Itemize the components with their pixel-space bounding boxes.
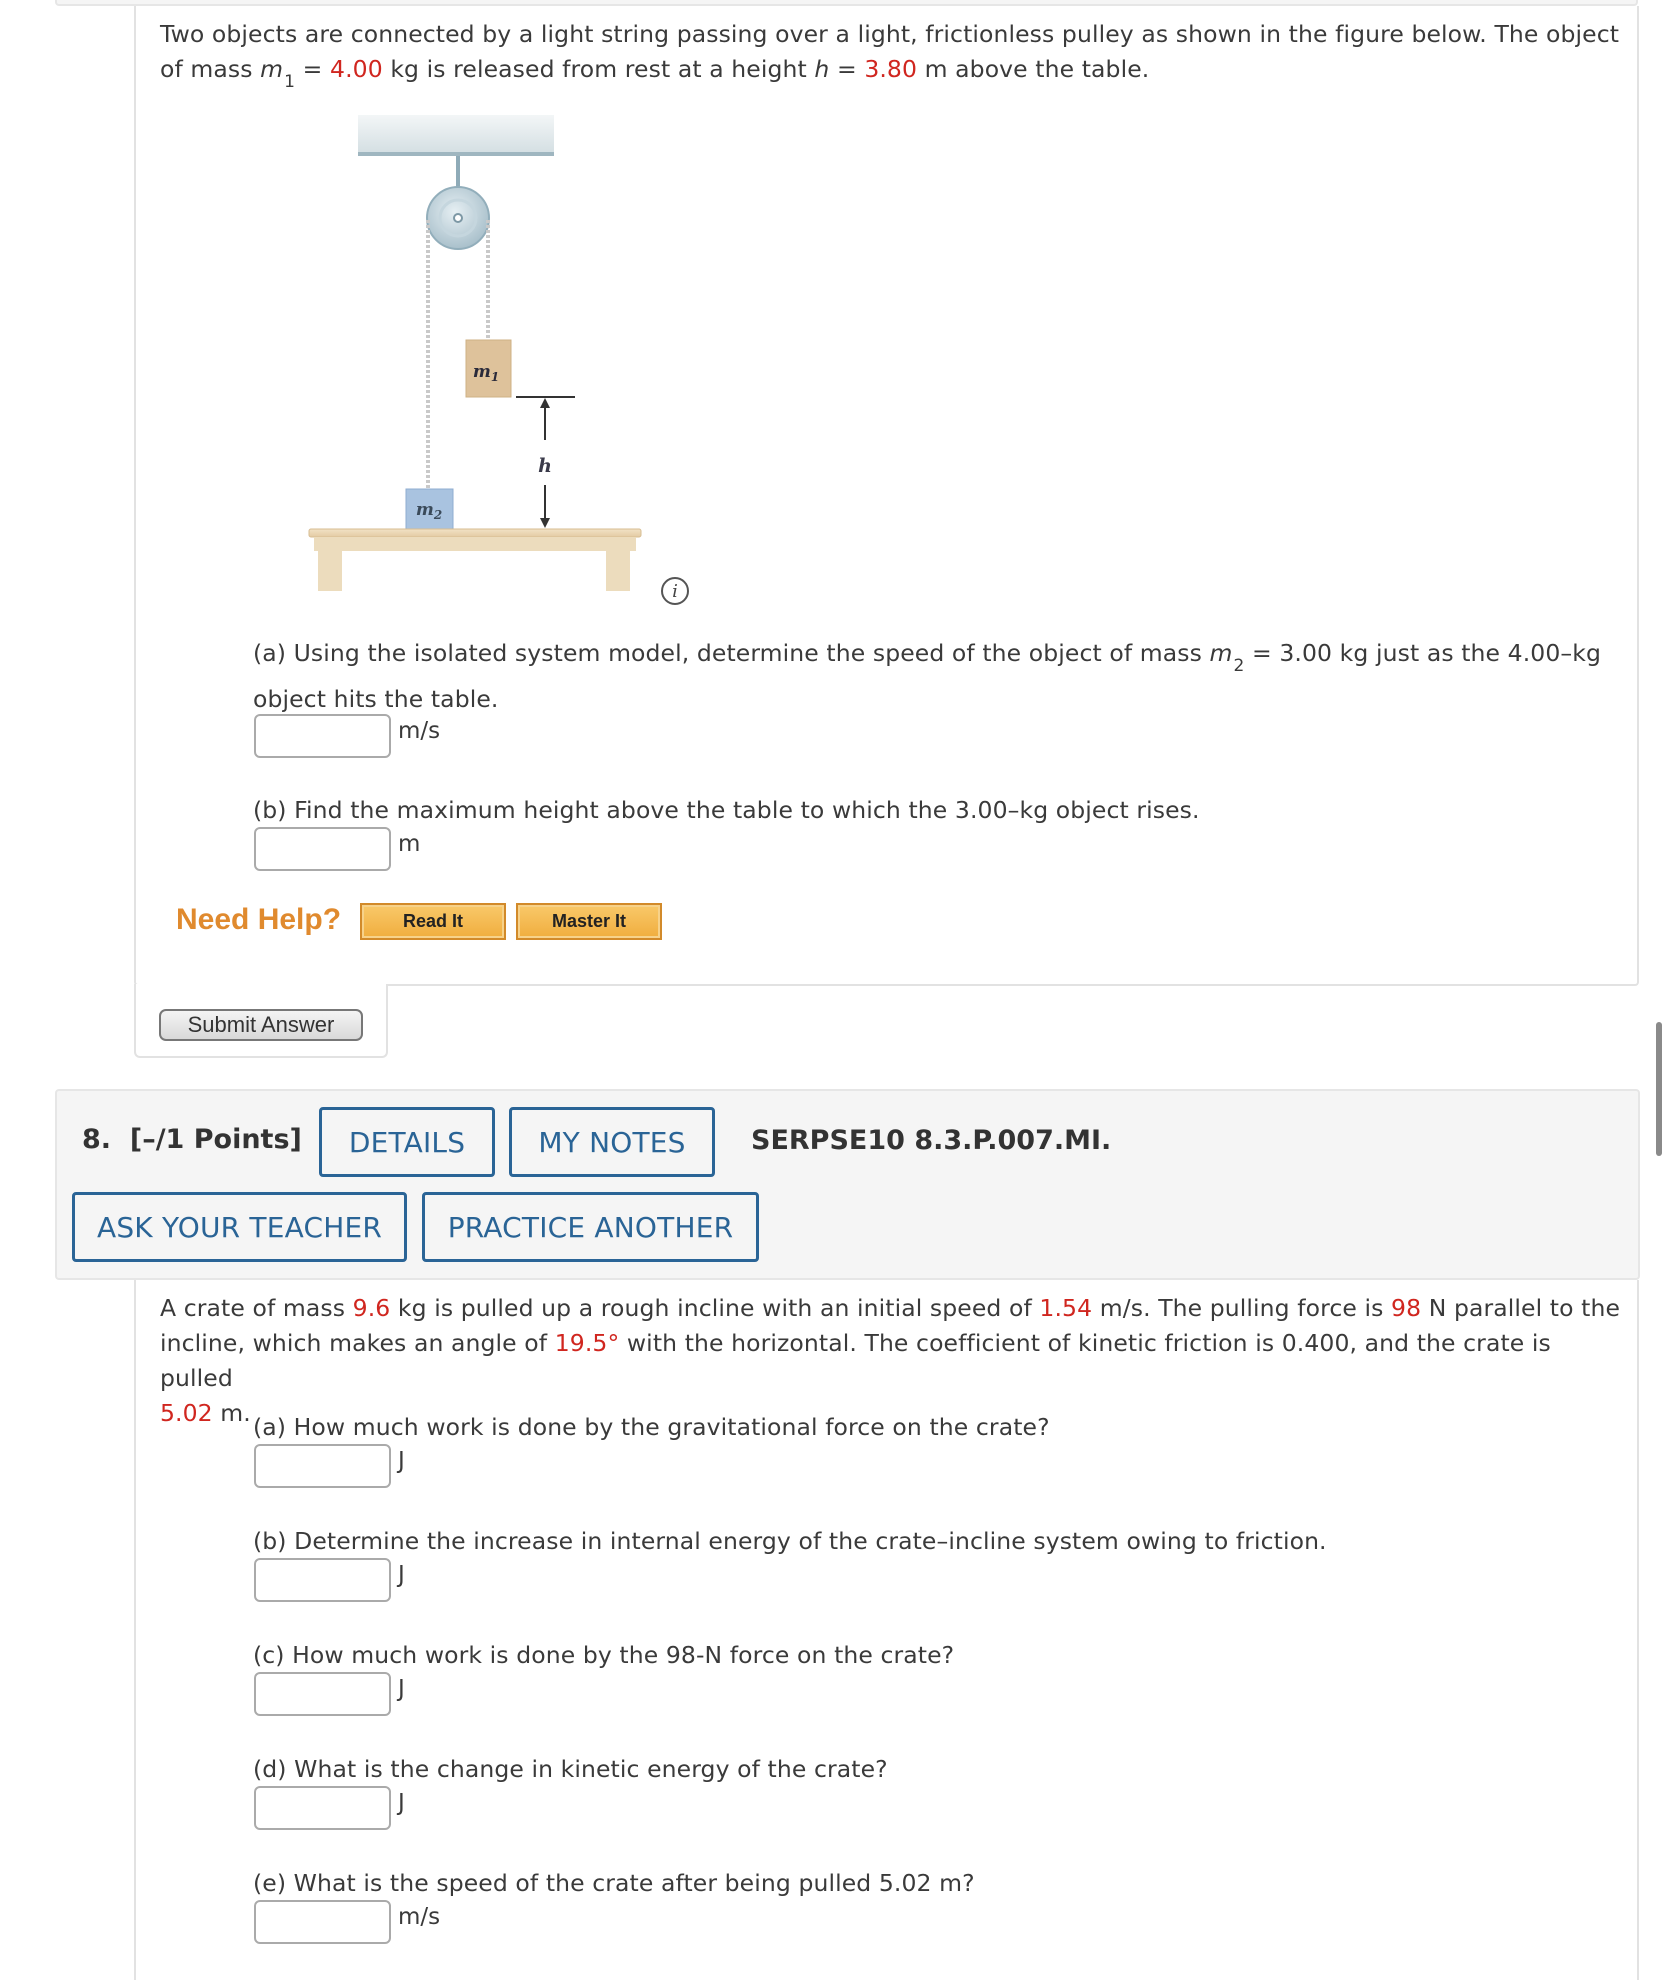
m1-variable: m bbox=[260, 55, 284, 83]
height-label: h bbox=[538, 455, 552, 477]
question-7-part-a: (a) Using the isolated system model, det… bbox=[253, 639, 1601, 713]
crate-mass-value: 9.6 bbox=[352, 1294, 391, 1322]
master-it-button[interactable]: Master It bbox=[516, 903, 662, 940]
answer-input-7b[interactable] bbox=[254, 827, 391, 871]
answer-input-8d[interactable] bbox=[254, 1786, 391, 1830]
unit-7a: m/s bbox=[398, 718, 441, 744]
unit-7b: m bbox=[398, 831, 421, 857]
pulley-figure: m1 h m2 bbox=[308, 115, 642, 591]
points-label: [–/1 Points] bbox=[129, 1124, 302, 1155]
answer-input-8c[interactable] bbox=[254, 1672, 391, 1716]
question-number: 8. [–/1 Points] bbox=[82, 1124, 302, 1155]
question-8-part-d: (d) What is the change in kinetic energy… bbox=[253, 1755, 888, 1783]
question-7-intro: Two objects are connected by a light str… bbox=[160, 17, 1620, 92]
m1-value: 4.00 bbox=[330, 55, 383, 83]
table-leg-right bbox=[606, 551, 630, 591]
ceiling bbox=[358, 115, 554, 153]
answer-input-8b[interactable] bbox=[254, 1558, 391, 1602]
initial-speed-value: 1.54 bbox=[1039, 1294, 1093, 1322]
answer-input-7a[interactable] bbox=[254, 714, 391, 758]
angle-value: 19.5° bbox=[554, 1329, 620, 1357]
h-variable: h bbox=[814, 55, 830, 83]
table-top bbox=[308, 528, 642, 538]
unit-8e: m/s bbox=[398, 1904, 441, 1930]
force-value: 98 bbox=[1391, 1294, 1422, 1322]
read-it-button[interactable]: Read It bbox=[360, 903, 506, 940]
answer-input-8e[interactable] bbox=[254, 1900, 391, 1944]
question-7-part-b: (b) Find the maximum height above the ta… bbox=[253, 796, 1200, 824]
ask-your-teacher-button[interactable]: ASK YOUR TEACHER bbox=[72, 1192, 407, 1262]
question-8-part-a: (a) How much work is done by the gravita… bbox=[253, 1413, 1050, 1441]
unit-8b: J bbox=[398, 1562, 405, 1588]
practice-another-button[interactable]: PRACTICE ANOTHER bbox=[422, 1192, 759, 1262]
question-8-part-c: (c) How much work is done by the 98-N fo… bbox=[253, 1641, 955, 1669]
question-8-part-b: (b) Determine the increase in internal e… bbox=[253, 1527, 1327, 1555]
h-value: 3.80 bbox=[864, 55, 918, 83]
submit-answer-button[interactable]: Submit Answer bbox=[159, 1009, 363, 1041]
info-icon[interactable]: i bbox=[661, 577, 689, 605]
unit-8d: J bbox=[398, 1790, 405, 1816]
unit-8a: J bbox=[398, 1448, 405, 1474]
details-button[interactable]: DETAILS bbox=[319, 1107, 495, 1177]
intro-line-2: of mass m1 = 4.00 kg is released from re… bbox=[160, 55, 1150, 92]
intro-line-1: Two objects are connected by a light str… bbox=[160, 20, 1620, 48]
need-help-label: Need Help? bbox=[176, 903, 342, 936]
answer-input-8a[interactable] bbox=[254, 1444, 391, 1488]
problem-code: SERPSE10 8.3.P.007.MI. bbox=[751, 1125, 1112, 1156]
my-notes-button[interactable]: MY NOTES bbox=[509, 1107, 715, 1177]
distance-value: 5.02 bbox=[160, 1399, 213, 1427]
scrollbar-thumb[interactable] bbox=[1656, 1022, 1662, 1156]
question-8-part-e: (e) What is the speed of the crate after… bbox=[253, 1869, 975, 1897]
unit-8c: J bbox=[398, 1676, 405, 1702]
table-leg-left bbox=[318, 551, 342, 591]
